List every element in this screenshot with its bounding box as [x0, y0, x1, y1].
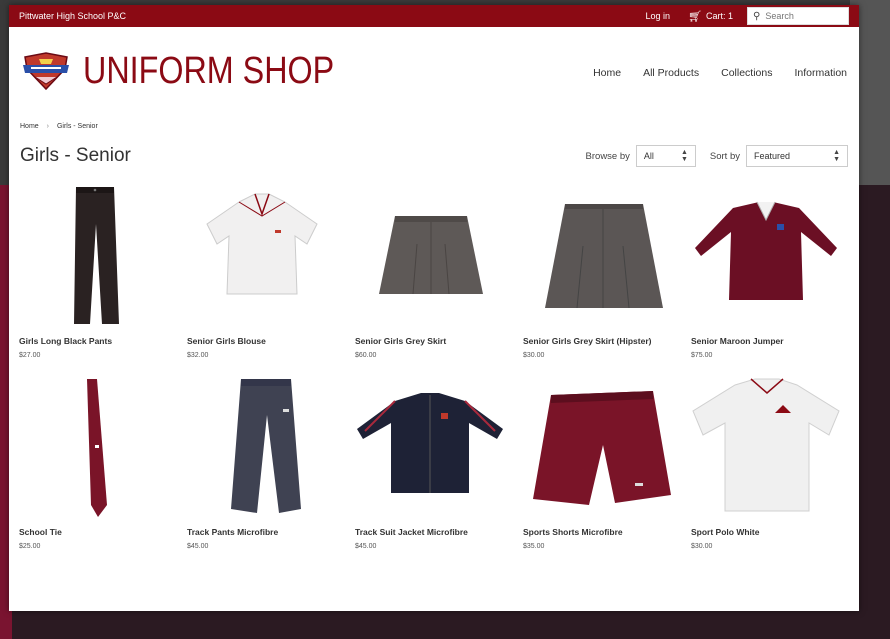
product-price: $32.00: [187, 352, 209, 359]
product-card[interactable]: Track Pants Microfibre $45.00: [187, 375, 355, 550]
search-icon: ⚲: [753, 10, 761, 22]
product-price: $45.00: [187, 543, 209, 550]
product-price: $27.00: [19, 352, 41, 359]
browse-select[interactable]: All ▲ ▼: [635, 145, 696, 167]
grey-skirt-image: [379, 216, 483, 295]
track-jacket-image: [357, 393, 503, 493]
logo-text: UNIFORM SHOP: [83, 49, 335, 92]
product-name[interactable]: Track Pants Microfibre: [187, 527, 355, 537]
product-image[interactable]: [19, 375, 169, 519]
product-price: $35.00: [523, 543, 545, 550]
product-grid: Girls Long Black Pants $27.00 Senior Gir…: [9, 184, 859, 550]
product-image[interactable]: [691, 375, 841, 519]
product-card[interactable]: Girls Long Black Pants $27.00: [19, 184, 187, 359]
black-pants-image: [74, 187, 119, 324]
sort-select[interactable]: Featured ▲ ▼: [746, 145, 848, 167]
product-card[interactable]: Senior Maroon Jumper $75.00: [691, 184, 859, 359]
school-crest-icon: [23, 52, 69, 91]
collection-header: Girls - Senior Browse by All ▲ ▼ Sort by …: [9, 144, 859, 168]
product-price: $45.00: [355, 543, 377, 550]
browse-value: All: [643, 151, 654, 161]
select-arrows-icon: ▲ ▼: [833, 149, 840, 163]
white-polo-image: [692, 378, 840, 512]
school-tie-image: [87, 379, 107, 517]
product-image[interactable]: [523, 375, 673, 519]
cart-icon: 🛒︎: [688, 10, 702, 23]
product-name[interactable]: Sport Polo White: [691, 527, 859, 537]
nav-collections[interactable]: Collections: [721, 67, 772, 79]
product-price: $25.00: [19, 543, 41, 550]
breadcrumb: Home › Girls - Senior: [9, 123, 859, 130]
track-pants-image: [231, 379, 301, 513]
product-card[interactable]: Sport Polo White $30.00: [691, 375, 859, 550]
product-image[interactable]: [19, 184, 169, 328]
sports-shorts-image: [533, 391, 671, 505]
nav-information[interactable]: Information: [794, 67, 847, 79]
maroon-jumper-image: [695, 201, 837, 300]
product-name[interactable]: Senior Girls Grey Skirt: [355, 336, 523, 346]
browser-window: Pittwater High School P&C Log in 🛒︎ Cart…: [9, 5, 859, 611]
product-image[interactable]: [187, 375, 337, 519]
product-card[interactable]: Sports Shorts Microfibre $35.00: [523, 375, 691, 550]
product-image[interactable]: [187, 184, 337, 328]
product-price: $30.00: [691, 543, 713, 550]
cart-label: Cart: 1: [705, 11, 733, 21]
product-card[interactable]: Senior Girls Grey Skirt $60.00: [355, 184, 523, 359]
breadcrumb-home[interactable]: Home: [20, 123, 39, 130]
product-price: $60.00: [355, 352, 377, 359]
search-input[interactable]: [765, 11, 836, 21]
product-name[interactable]: Girls Long Black Pants: [19, 336, 187, 346]
browse-label: Browse by: [585, 150, 630, 162]
product-name[interactable]: Senior Girls Blouse: [187, 336, 355, 346]
product-image[interactable]: [355, 184, 505, 328]
grey-skirt-hipster-image: [545, 204, 663, 309]
product-price: $30.00: [523, 352, 545, 359]
white-blouse-image: [206, 193, 318, 295]
login-link[interactable]: Log in: [645, 11, 670, 21]
product-image[interactable]: [523, 184, 673, 328]
product-name[interactable]: Senior Girls Grey Skirt (Hipster): [523, 336, 691, 346]
product-card[interactable]: School Tie $25.00: [19, 375, 187, 550]
product-name[interactable]: Track Suit Jacket Microfibre: [355, 527, 523, 537]
top-bar: Pittwater High School P&C Log in 🛒︎ Cart…: [9, 5, 859, 27]
sort-label: Sort by: [709, 150, 740, 162]
sort-value: Featured: [754, 151, 791, 161]
main-nav: Home All Products Collections Informatio…: [593, 67, 847, 79]
store-name[interactable]: Pittwater High School P&C: [19, 11, 645, 21]
page-title: Girls - Senior: [20, 145, 131, 166]
product-price: $75.00: [691, 352, 713, 359]
product-image[interactable]: [691, 184, 841, 328]
product-name[interactable]: Sports Shorts Microfibre: [523, 527, 691, 537]
product-name[interactable]: Senior Maroon Jumper: [691, 336, 859, 346]
site-logo[interactable]: UNIFORM SHOP: [21, 50, 379, 93]
product-card[interactable]: Senior Girls Blouse $32.00: [187, 184, 355, 359]
breadcrumb-current: Girls - Senior: [56, 123, 98, 130]
breadcrumb-separator: ›: [46, 123, 49, 130]
search-box[interactable]: ⚲: [747, 7, 849, 25]
site-header: UNIFORM SHOP Home All Products Collectio…: [9, 27, 859, 115]
product-image[interactable]: [355, 375, 505, 519]
select-arrows-icon: ▲ ▼: [680, 149, 688, 163]
nav-home[interactable]: Home: [593, 67, 621, 79]
product-name[interactable]: School Tie: [19, 527, 187, 537]
product-card[interactable]: Track Suit Jacket Microfibre $45.00: [355, 375, 523, 550]
cart-link[interactable]: 🛒︎ Cart: 1: [688, 10, 733, 23]
nav-all-products[interactable]: All Products: [643, 67, 699, 79]
product-card[interactable]: Senior Girls Grey Skirt (Hipster) $30.00: [523, 184, 691, 359]
